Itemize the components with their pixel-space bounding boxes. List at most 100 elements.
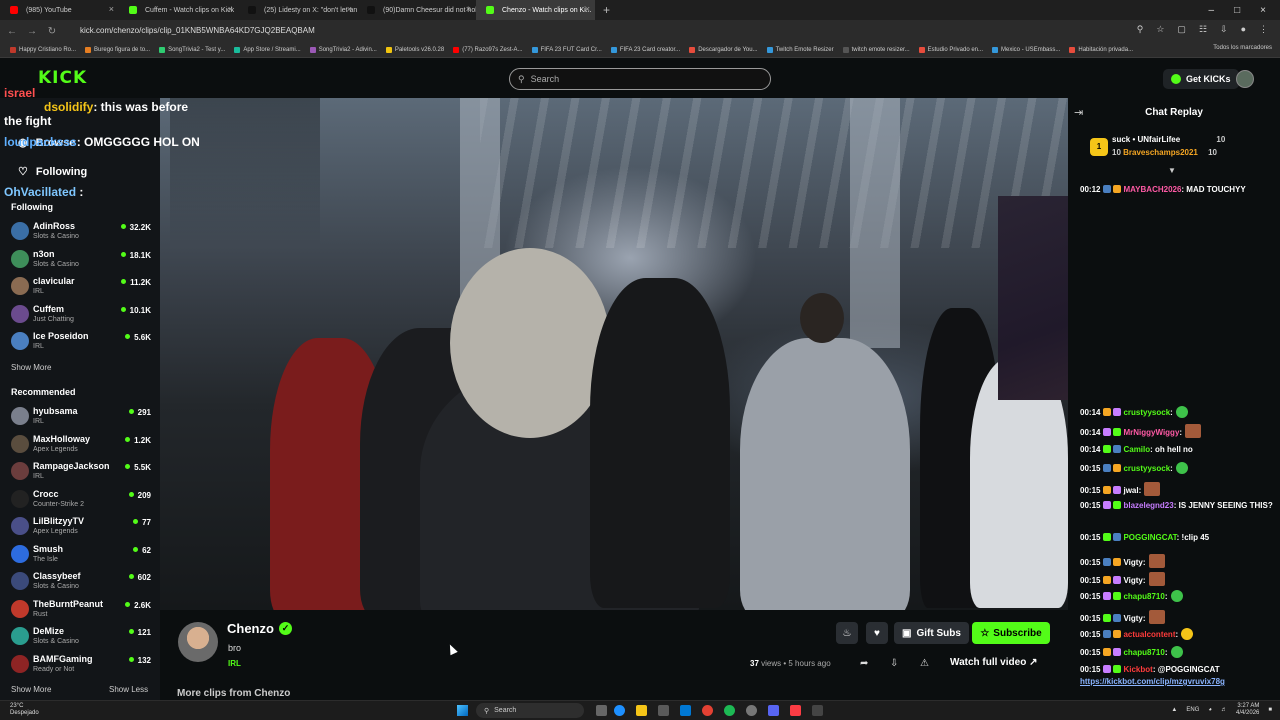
follow-button[interactable]: ♥ <box>866 622 888 644</box>
reload-icon[interactable]: ↻ <box>44 26 60 37</box>
close-icon[interactable]: × <box>585 4 590 14</box>
channel-row[interactable]: MaxHolloway Apex Legends 1.2K <box>11 432 151 458</box>
zoom-icon[interactable]: ⚲ <box>1137 24 1144 35</box>
kick-logo[interactable]: KICK <box>38 68 87 88</box>
bookmark-item[interactable]: Burego figura de to... <box>85 46 150 53</box>
chat-username[interactable]: chapu8710 <box>1123 648 1164 657</box>
bookmark-item[interactable]: Twitch Emote Resizer <box>766 46 834 53</box>
browser-tab[interactable]: (985) YouTube × <box>0 0 119 20</box>
channel-row[interactable]: Ice Poseidon IRL 5.6K <box>11 329 151 355</box>
bookmark-item[interactable]: FIFA 23 Card creator... <box>610 46 680 53</box>
windows-start-icon[interactable] <box>457 705 468 716</box>
channel-avatar[interactable] <box>178 622 218 662</box>
chrome-icon[interactable] <box>702 705 713 716</box>
channel-row[interactable]: RampageJackson IRL 5.5K <box>11 459 151 485</box>
chat-username[interactable]: POGGINGCAT <box>1123 533 1176 542</box>
close-icon[interactable]: × <box>466 4 471 14</box>
bookmark-star-icon[interactable]: ☆ <box>1156 24 1164 35</box>
report-icon[interactable]: ⚠ <box>920 658 929 669</box>
forward-icon[interactable]: → <box>24 26 40 37</box>
download-icon[interactable]: ⇩ <box>1220 24 1228 35</box>
sidebar-item-following[interactable]: ♡ Following <box>18 165 87 179</box>
chat-username[interactable]: MAYBACH2026 <box>1123 185 1181 194</box>
close-icon[interactable]: × <box>109 4 114 14</box>
channel-row[interactable]: TheBurntPeanut Rust 2.6K <box>11 597 151 623</box>
chat-username[interactable]: chapu8710 <box>1123 592 1164 601</box>
extensions-icon[interactable]: ▢ <box>1177 24 1186 35</box>
sidebar-item-browse[interactable]: ◉ Browse <box>18 136 75 150</box>
bookmark-item[interactable]: Descargador de You... <box>689 46 758 53</box>
minimize-icon[interactable]: – <box>1209 5 1215 16</box>
chat-username[interactable]: actualcontent <box>1123 630 1175 639</box>
browser-tab[interactable]: Chenzo - Watch clips on Ki... × <box>476 0 595 20</box>
show-more-recommended-button[interactable]: Show More <box>11 685 51 694</box>
all-bookmarks-link[interactable]: Todos los marcadores <box>1213 45 1272 51</box>
bookmark-item[interactable]: Mexico - USEmbass... <box>992 46 1060 53</box>
chat-username[interactable]: crustyysock <box>1123 408 1170 417</box>
expand-leaderboard-icon[interactable]: ▼ <box>1168 166 1176 175</box>
channel-row[interactable]: Smush The Isle 62 <box>11 542 151 568</box>
bookmark-item[interactable]: Happy Cristiano Ro... <box>10 46 76 53</box>
spotify-icon[interactable] <box>724 705 735 716</box>
chat-username[interactable]: crustyysock <box>1123 464 1170 473</box>
taskbar-search[interactable]: ⚲ Search <box>476 703 584 718</box>
chat-username[interactable]: Camilo <box>1123 445 1150 454</box>
channel-row[interactable]: Cuffem Just Chatting 10.1K <box>11 302 151 328</box>
notifications-icon[interactable]: ■ <box>1268 707 1272 713</box>
video-player[interactable] <box>160 98 1068 610</box>
task-view-icon[interactable] <box>596 705 607 716</box>
channel-row[interactable]: Classybeef Slots & Casino 602 <box>11 569 151 595</box>
clock[interactable]: 3:27 AM 4/4/2026 <box>1236 703 1259 717</box>
channel-row[interactable]: n3on Slots & Casino 18.1K <box>11 247 151 273</box>
chat-username[interactable]: MrNiggyWiggy <box>1123 428 1179 437</box>
chat-username[interactable]: Vigty <box>1123 614 1142 623</box>
watch-full-video-link[interactable]: Watch full video ↗ <box>950 657 1037 668</box>
gift-subs-button[interactable]: ▣ Gift Subs <box>894 622 969 644</box>
tray-chevron-icon[interactable]: ▲ <box>1171 707 1177 713</box>
channel-row[interactable]: DeMize Slots & Casino 121 <box>11 624 151 650</box>
channel-row[interactable]: LilBlitzyyTV Apex Legends 77 <box>11 514 151 540</box>
share-icon[interactable]: ➦ <box>860 658 868 669</box>
chat-username[interactable]: jwal <box>1123 486 1138 495</box>
channel-row[interactable]: hyubsama IRL 291 <box>11 404 151 430</box>
bookmark-item[interactable]: twitch emote resizer... <box>842 46 910 53</box>
chat-username[interactable]: Vigty <box>1123 576 1142 585</box>
url-field[interactable]: kick.com/chenzo/clips/clip_01KNB5WNBA64K… <box>78 23 1138 39</box>
get-kicks-button[interactable]: Get KICKs <box>1163 69 1239 89</box>
close-window-icon[interactable]: × <box>1260 5 1266 16</box>
channel-row[interactable]: AdinRoss Slots & Casino 32.2K <box>11 219 151 245</box>
bookmark-item[interactable]: FIFA 23 FUT Card Cr... <box>531 46 602 53</box>
menu-icon[interactable]: ⋮ <box>1259 24 1268 35</box>
bookmark-item[interactable]: App Store / Streami... <box>234 46 301 53</box>
close-icon[interactable]: × <box>228 4 233 14</box>
bookmark-item[interactable]: SongTrivia2 - Test y... <box>159 46 225 53</box>
bookmark-item[interactable]: (77) Razo97s Zest-A... <box>453 46 523 53</box>
chat-username[interactable]: Kickbot <box>1123 665 1152 674</box>
new-tab-icon[interactable]: + <box>603 3 610 17</box>
file-explorer-icon[interactable] <box>636 705 647 716</box>
wifi-icon[interactable]: ◕ <box>1208 707 1212 713</box>
show-less-button[interactable]: Show Less <box>109 685 148 694</box>
channel-row[interactable]: clavicular IRL 11.2K <box>11 274 151 300</box>
channel-name[interactable]: Chenzo <box>227 621 274 636</box>
bookmark-item[interactable]: SongTrivia2 - Adivin... <box>309 46 377 53</box>
chat-username[interactable]: Vigty <box>1123 558 1142 567</box>
weather-widget[interactable]: 23°C Despejado <box>10 703 39 717</box>
show-more-following-button[interactable]: Show More <box>11 363 51 372</box>
chat-link[interactable]: https://kickbot.com/clip/mzgvruvix78g <box>1080 677 1225 686</box>
channel-row[interactable]: BAMFGaming Ready or Not 132 <box>11 652 151 678</box>
browser-tab[interactable]: Cuffem - Watch clips on Kick × <box>119 0 238 20</box>
search-input[interactable]: ⚲ Search <box>509 68 771 90</box>
mail-icon[interactable] <box>680 705 691 716</box>
category-link[interactable]: IRL <box>228 659 241 668</box>
language-indicator[interactable]: ENG <box>1186 707 1199 713</box>
sidebar-icon[interactable]: ☷ <box>1199 24 1207 35</box>
music-icon[interactable] <box>790 705 801 716</box>
browser-tab[interactable]: (25) Lidesty on X: "don't let any... × <box>238 0 357 20</box>
edge-icon[interactable] <box>614 705 625 716</box>
steam-icon[interactable] <box>746 705 757 716</box>
app-icon[interactable] <box>812 705 823 716</box>
subscribe-button[interactable]: ☆ Subscribe <box>972 622 1050 644</box>
discord-icon[interactable] <box>768 705 779 716</box>
bookmark-item[interactable]: Paletools v26.0.28 <box>385 46 444 53</box>
